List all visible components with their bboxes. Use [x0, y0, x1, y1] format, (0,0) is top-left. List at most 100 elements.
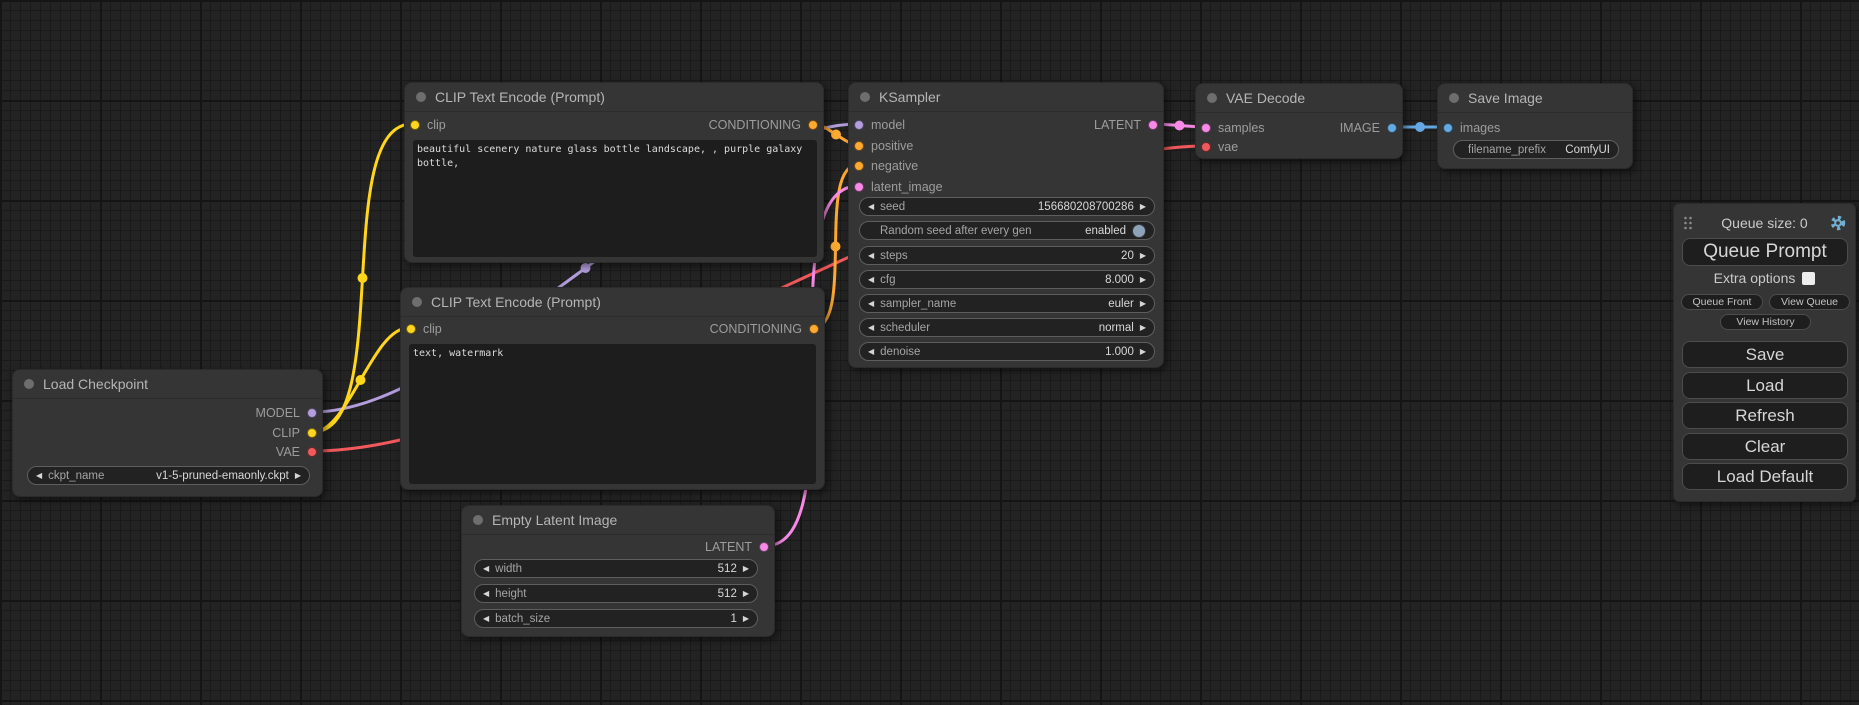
- widget-cfg[interactable]: ◀ cfg 8.000 ▶: [859, 270, 1155, 289]
- input-slot-images[interactable]: images: [1438, 118, 1632, 138]
- node-title-bar[interactable]: CLIP Text Encode (Prompt): [401, 288, 824, 317]
- node-title-bar[interactable]: Load Checkpoint: [13, 370, 322, 399]
- decrement-arrow-icon[interactable]: ◀: [868, 203, 874, 211]
- node-vae-decode[interactable]: VAE Decode samples IMAGE vae: [1195, 83, 1403, 159]
- slot-dot-clip[interactable]: [406, 324, 416, 334]
- decrement-arrow-icon[interactable]: ◀: [36, 472, 42, 480]
- view-queue-button[interactable]: View Queue: [1769, 294, 1850, 310]
- node-clip-text-encode-negative[interactable]: CLIP Text Encode (Prompt) clip CONDITION…: [400, 287, 825, 490]
- node-title-bar[interactable]: KSampler: [849, 83, 1163, 112]
- slot-dot-conditioning[interactable]: [854, 141, 864, 151]
- collapse-dot-icon[interactable]: [1207, 93, 1217, 103]
- load-button[interactable]: Load: [1682, 372, 1848, 399]
- collapse-dot-icon[interactable]: [412, 297, 422, 307]
- widget-random-seed[interactable]: Random seed after every gen enabled: [859, 221, 1155, 240]
- collapse-dot-icon[interactable]: [473, 515, 483, 525]
- increment-arrow-icon[interactable]: ▶: [1140, 348, 1146, 356]
- node-ksampler[interactable]: KSampler model LATENT positive negative …: [848, 82, 1164, 368]
- widget-scheduler[interactable]: ◀ scheduler normal ▶: [859, 318, 1155, 337]
- widget-sampler-name[interactable]: ◀ sampler_name euler ▶: [859, 294, 1155, 313]
- refresh-button[interactable]: Refresh: [1682, 402, 1848, 429]
- widget-ckpt-name[interactable]: ◀ ckpt_name v1-5-pruned-emaonly.ckpt ▶: [27, 466, 310, 485]
- widget-seed[interactable]: ◀ seed 156680208700286 ▶: [859, 197, 1155, 216]
- slot-dot-image[interactable]: [1387, 123, 1397, 133]
- decrement-arrow-icon[interactable]: ◀: [868, 276, 874, 284]
- node-graph-canvas[interactable]: Load Checkpoint MODEL CLIP VAE ◀ ckpt_na…: [0, 0, 1859, 705]
- output-slot-vae[interactable]: VAE: [13, 442, 322, 462]
- output-slot-latent[interactable]: LATENT: [1094, 118, 1158, 132]
- view-history-button[interactable]: View History: [1720, 314, 1811, 330]
- decrement-arrow-icon[interactable]: ◀: [868, 252, 874, 260]
- drag-handle-icon[interactable]: [1683, 215, 1693, 231]
- increment-arrow-icon[interactable]: ▶: [295, 472, 301, 480]
- random-seed-toggle[interactable]: [1132, 224, 1146, 238]
- increment-arrow-icon[interactable]: ▶: [743, 565, 749, 573]
- wire-midpoint-dot-negative-conditioning[interactable]: [831, 242, 841, 252]
- slot-dot-conditioning[interactable]: [808, 120, 818, 130]
- output-slot-latent[interactable]: LATENT: [462, 537, 774, 557]
- decrement-arrow-icon[interactable]: ◀: [868, 324, 874, 332]
- increment-arrow-icon[interactable]: ▶: [743, 615, 749, 623]
- widget-filename-prefix[interactable]: filename_prefix ComfyUI: [1453, 140, 1619, 159]
- node-save-image[interactable]: Save Image images filename_prefix ComfyU…: [1437, 83, 1633, 169]
- input-slot-latent-image[interactable]: latent_image: [849, 177, 1163, 197]
- wire-midpoint-dot-positive-conditioning[interactable]: [831, 130, 841, 140]
- widget-width[interactable]: ◀ width 512 ▶: [474, 559, 758, 578]
- slot-dot-latent[interactable]: [854, 182, 864, 192]
- collapse-dot-icon[interactable]: [24, 379, 34, 389]
- decrement-arrow-icon[interactable]: ◀: [868, 300, 874, 308]
- output-slot-conditioning[interactable]: CONDITIONING: [709, 118, 818, 132]
- node-clip-text-encode-positive[interactable]: CLIP Text Encode (Prompt) clip CONDITION…: [404, 82, 824, 263]
- positive-prompt-textarea[interactable]: beautiful scenery nature glass bottle la…: [413, 140, 817, 257]
- widget-denoise[interactable]: ◀ denoise 1.000 ▶: [859, 342, 1155, 361]
- increment-arrow-icon[interactable]: ▶: [1140, 252, 1146, 260]
- slot-dot-clip[interactable]: [410, 120, 420, 130]
- wire-midpoint-dot-image-to-save[interactable]: [1415, 122, 1425, 132]
- slot-dot-clip[interactable]: [307, 428, 317, 438]
- gear-icon[interactable]: [1829, 214, 1847, 232]
- input-slot-vae[interactable]: vae: [1196, 137, 1402, 157]
- slot-dot-conditioning[interactable]: [809, 324, 819, 334]
- slot-dot-vae[interactable]: [307, 447, 317, 457]
- increment-arrow-icon[interactable]: ▶: [1140, 324, 1146, 332]
- wire-midpoint-dot-latent-to-vae-decode[interactable]: [1175, 121, 1185, 131]
- save-button[interactable]: Save: [1682, 341, 1848, 368]
- output-slot-image[interactable]: IMAGE: [1340, 121, 1397, 135]
- slot-dot-vae[interactable]: [1201, 142, 1211, 152]
- load-default-button[interactable]: Load Default: [1682, 463, 1848, 490]
- input-slot-clip[interactable]: clip: [410, 118, 446, 132]
- node-load-checkpoint[interactable]: Load Checkpoint MODEL CLIP VAE ◀ ckpt_na…: [12, 369, 323, 497]
- widget-height[interactable]: ◀ height 512 ▶: [474, 584, 758, 603]
- output-slot-conditioning[interactable]: CONDITIONING: [710, 322, 819, 336]
- slot-dot-latent[interactable]: [759, 542, 769, 552]
- decrement-arrow-icon[interactable]: ◀: [868, 348, 874, 356]
- slot-dot-model[interactable]: [307, 408, 317, 418]
- input-slot-samples[interactable]: samples: [1201, 121, 1265, 135]
- wire-midpoint-dot-model-to-ksampler[interactable]: [581, 263, 591, 273]
- node-title-bar[interactable]: Empty Latent Image: [462, 506, 774, 535]
- increment-arrow-icon[interactable]: ▶: [1140, 300, 1146, 308]
- input-slot-negative[interactable]: negative: [849, 156, 1163, 176]
- slot-dot-model[interactable]: [854, 120, 864, 130]
- increment-arrow-icon[interactable]: ▶: [1140, 203, 1146, 211]
- output-slot-clip[interactable]: CLIP: [13, 423, 322, 443]
- widget-steps[interactable]: ◀ steps 20 ▶: [859, 246, 1155, 265]
- slot-dot-image[interactable]: [1443, 123, 1453, 133]
- widget-batch-size[interactable]: ◀ batch_size 1 ▶: [474, 609, 758, 628]
- decrement-arrow-icon[interactable]: ◀: [483, 565, 489, 573]
- collapse-dot-icon[interactable]: [1449, 93, 1459, 103]
- output-slot-model[interactable]: MODEL: [13, 403, 322, 423]
- input-slot-model[interactable]: model: [854, 118, 905, 132]
- decrement-arrow-icon[interactable]: ◀: [483, 590, 489, 598]
- node-empty-latent-image[interactable]: Empty Latent Image LATENT ◀ width 512 ▶ …: [461, 505, 775, 637]
- collapse-dot-icon[interactable]: [416, 92, 426, 102]
- increment-arrow-icon[interactable]: ▶: [1140, 276, 1146, 284]
- slot-dot-latent[interactable]: [1148, 120, 1158, 130]
- decrement-arrow-icon[interactable]: ◀: [483, 615, 489, 623]
- slot-dot-latent[interactable]: [1201, 123, 1211, 133]
- input-slot-positive[interactable]: positive: [849, 136, 1163, 156]
- increment-arrow-icon[interactable]: ▶: [743, 590, 749, 598]
- wire-midpoint-dot-clip-to-positive-prompt[interactable]: [358, 273, 368, 283]
- node-title-bar[interactable]: CLIP Text Encode (Prompt): [405, 83, 823, 112]
- negative-prompt-textarea[interactable]: text, watermark: [409, 344, 816, 484]
